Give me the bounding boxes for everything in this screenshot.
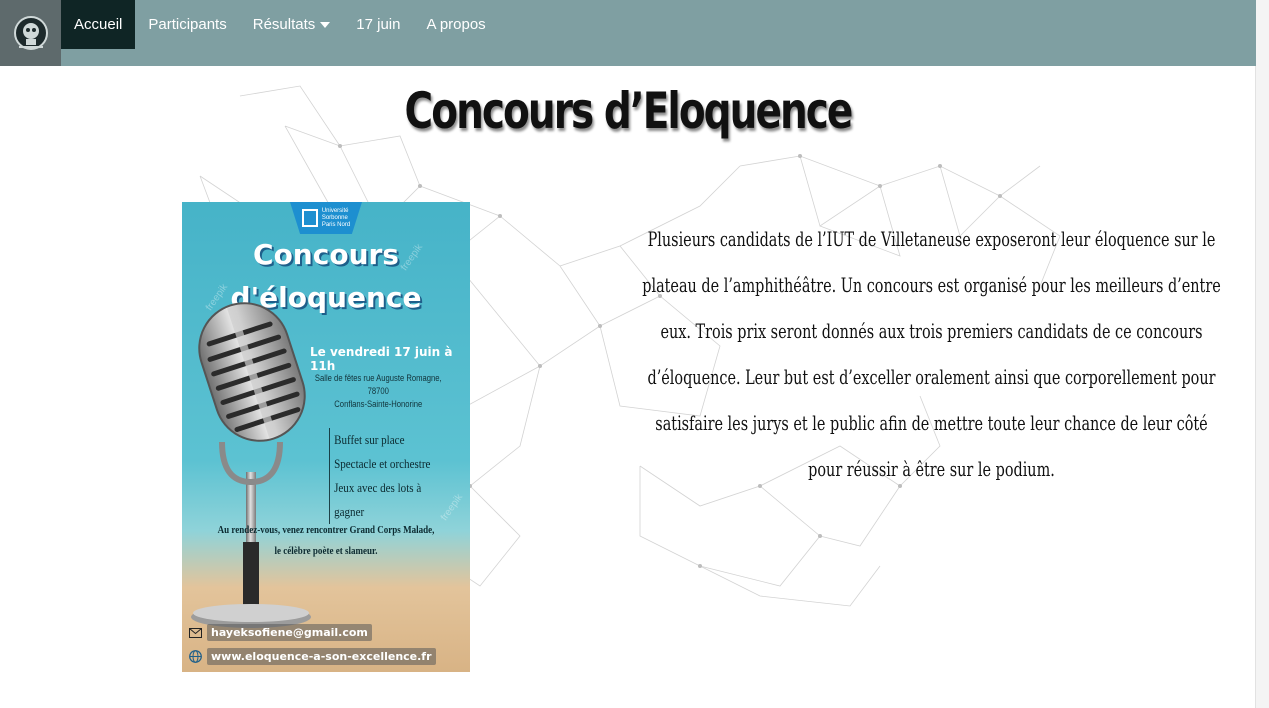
poster-email-text: hayeksofiene@gmail.com (207, 624, 372, 641)
nav-participants-label: Participants (148, 16, 227, 33)
poster-venue-line: Salle de fêtes rue Auguste Romagne, 7870… (314, 373, 442, 396)
nav-participants[interactable]: Participants (135, 0, 239, 49)
university-name-line: Paris Nord (321, 221, 351, 228)
poster-date: Le vendredi 17 juin à 11h (310, 345, 453, 373)
caret-down-icon (320, 21, 331, 28)
university-name: Université Sorbonne Paris Nord (322, 208, 350, 229)
poster-rendezvous-line: le célèbre poète et slameur. (274, 545, 378, 557)
page-title: Concours d’Eloquence (404, 82, 854, 140)
university-badge: Université Sorbonne Paris Nord (290, 202, 362, 234)
scrollbar[interactable] (1255, 0, 1269, 708)
university-name-line: Sorbonne (321, 214, 348, 221)
poster-rendezvous-line: Au rendez-vous, venez rencontrer Grand C… (217, 524, 435, 536)
poster-website-text: www.eloquence-a-son-excellence.fr (207, 648, 436, 665)
nav-a-propos[interactable]: A propos (413, 0, 498, 49)
envelope-icon (188, 626, 202, 640)
event-description: Plusieurs candidats de l’IUT de Villetan… (642, 227, 1221, 481)
logo-emblem-icon (13, 16, 48, 50)
globe-icon (188, 650, 202, 664)
poster-feature-item: Jeux avec des lots à gagner (334, 480, 422, 519)
poster-features-list: Buffet sur place Spectacle et orchestre … (329, 428, 449, 524)
poster-feature-item: Buffet sur place (334, 432, 405, 447)
site-logo[interactable] (0, 0, 61, 66)
nav-17-juin-label: 17 juin (356, 16, 401, 33)
nav-a-propos-label: A propos (426, 16, 486, 33)
nav-resultats-label: Résultats (252, 16, 316, 33)
poster-website: www.eloquence-a-son-excellence.fr (188, 648, 436, 665)
top-navbar: Accueil Participants Résultats 17 juin A… (0, 0, 1256, 66)
nav-resultats-dropdown[interactable]: Résultats (240, 0, 344, 49)
nav-accueil[interactable]: Accueil (61, 0, 136, 49)
university-logo-icon (301, 209, 318, 227)
poster-venue: Salle de fêtes rue Auguste Romagne, 7870… (312, 372, 445, 411)
event-poster: freepik freepik freepik Université Sorbo… (182, 202, 470, 672)
university-name-line: Université (321, 207, 349, 214)
poster-title-line1: Concours (253, 238, 399, 271)
nav-17-juin[interactable]: 17 juin (343, 0, 413, 49)
nav-accueil-label: Accueil (74, 16, 123, 33)
poster-feature-item: Spectacle et orchestre (334, 456, 431, 471)
poster-rendezvous-text: Au rendez-vous, venez rencontrer Grand C… (208, 520, 444, 562)
poster-email: hayeksofiene@gmail.com (188, 624, 372, 641)
poster-venue-line: Conflans-Sainte-Honorine (334, 399, 423, 409)
